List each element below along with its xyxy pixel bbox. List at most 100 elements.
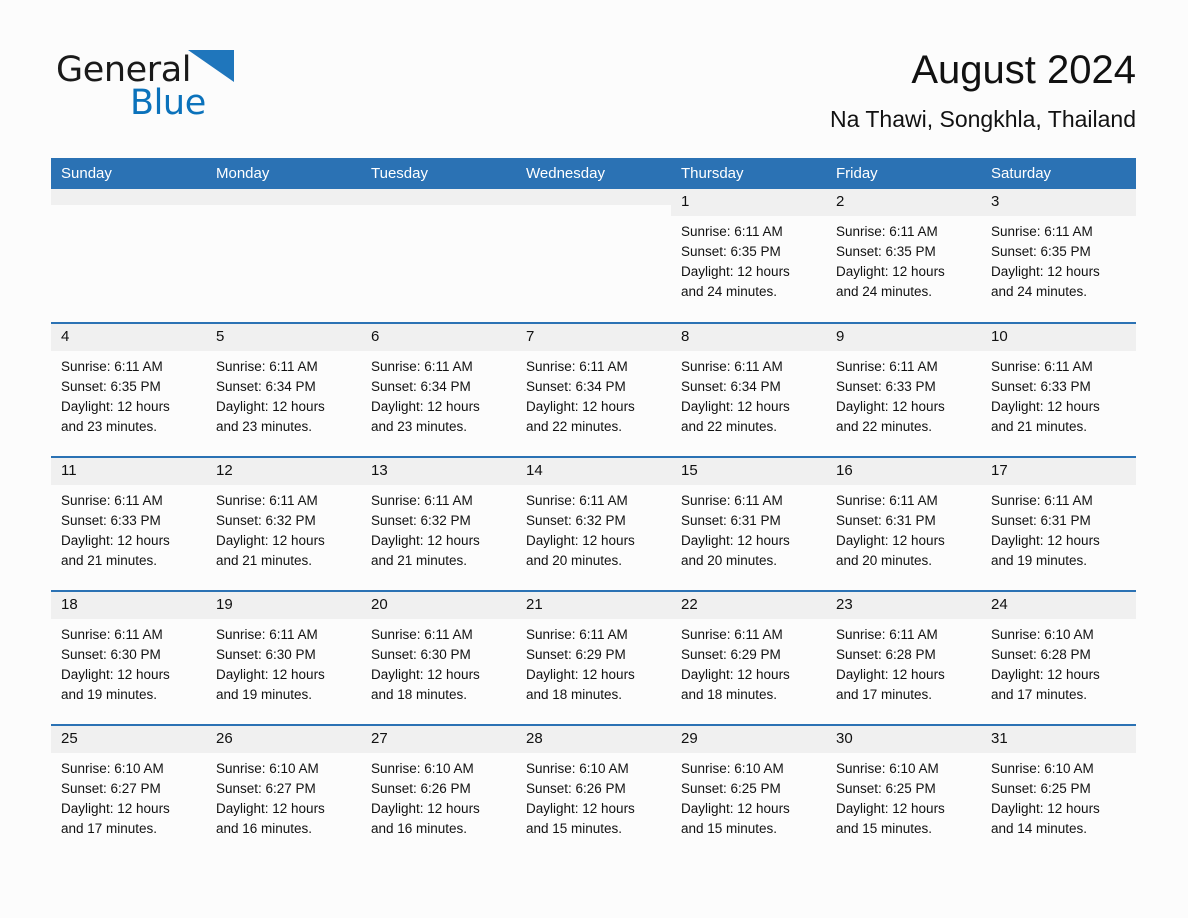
calendar-week-row: 1 Sunrise: 6:11 AM Sunset: 6:35 PM Daylight…: [51, 189, 1136, 323]
calendar-day-cell[interactable]: 9 Sunrise: 6:11 AM Sunset: 6:33 PM Daylight…: [826, 322, 981, 457]
sunrise-text: Sunrise: 6:11 AM: [216, 493, 318, 508]
calendar-day-cell[interactable]: 29 Sunrise: 6:10 AM Sunset: 6:25 PM Dayligh…: [671, 724, 826, 859]
sunrise-text: Sunrise: 6:11 AM: [526, 493, 628, 508]
sunset-text: Sunset: 6:27 PM: [216, 781, 316, 796]
calendar-day-cell[interactable]: 5 Sunrise: 6:11 AM Sunset: 6:34 PM Daylight…: [206, 322, 361, 457]
daylight-text-line1: Daylight: 12 hours: [836, 667, 945, 682]
day-number: 31: [981, 726, 1136, 753]
calendar-day-cell[interactable]: 6 Sunrise: 6:11 AM Sunset: 6:34 PM Daylight…: [361, 322, 516, 457]
calendar-week-row: 18 Sunrise: 6:11 AM Sunset: 6:30 PM Dayligh…: [51, 590, 1136, 725]
calendar-day-cell[interactable]: 10 Sunrise: 6:11 AM Sunset: 6:33 PM Dayligh…: [981, 322, 1136, 457]
sunset-text: Sunset: 6:28 PM: [991, 647, 1091, 662]
day-number: 23: [826, 592, 981, 619]
day-info: Sunrise: 6:11 AM Sunset: 6:33 PM Daylight:…: [51, 485, 206, 571]
day-number: 28: [516, 726, 671, 753]
day-number: 19: [206, 592, 361, 619]
calendar-day-cell[interactable]: 15 Sunrise: 6:11 AM Sunset: 6:31 PM Dayligh…: [671, 456, 826, 591]
day-info: Sunrise: 6:11 AM Sunset: 6:31 PM Daylight:…: [671, 485, 826, 571]
sunset-text: Sunset: 6:32 PM: [526, 513, 626, 528]
sunset-text: Sunset: 6:35 PM: [836, 244, 936, 259]
day-number: 13: [361, 458, 516, 485]
sunset-text: Sunset: 6:30 PM: [371, 647, 471, 662]
day-info: Sunrise: 6:11 AM Sunset: 6:34 PM Daylight:…: [206, 351, 361, 437]
calendar-day-cell[interactable]: 17 Sunrise: 6:11 AM Sunset: 6:31 PM Dayligh…: [981, 456, 1136, 591]
day-number: 1: [671, 189, 826, 216]
daylight-text-line1: Daylight: 12 hours: [836, 264, 945, 279]
day-number: 30: [826, 726, 981, 753]
calendar-day-cell[interactable]: 4 Sunrise: 6:11 AM Sunset: 6:35 PM Daylight…: [51, 322, 206, 457]
calendar-day-cell[interactable]: 27 Sunrise: 6:10 AM Sunset: 6:26 PM Dayligh…: [361, 724, 516, 859]
sunset-text: Sunset: 6:26 PM: [371, 781, 471, 796]
calendar-day-cell[interactable]: 25 Sunrise: 6:10 AM Sunset: 6:27 PM Dayligh…: [51, 724, 206, 859]
day-info: Sunrise: 6:10 AM Sunset: 6:25 PM Daylight:…: [981, 753, 1136, 839]
sunrise-text: Sunrise: 6:11 AM: [681, 359, 783, 374]
calendar-day-cell[interactable]: 11 Sunrise: 6:11 AM Sunset: 6:33 PM Dayligh…: [51, 456, 206, 591]
day-info: Sunrise: 6:11 AM Sunset: 6:34 PM Daylight:…: [671, 351, 826, 437]
calendar-day-cell[interactable]: 26 Sunrise: 6:10 AM Sunset: 6:27 PM Dayligh…: [206, 724, 361, 859]
day-number: [361, 189, 516, 205]
calendar-day-cell[interactable]: 24 Sunrise: 6:10 AM Sunset: 6:28 PM Dayligh…: [981, 590, 1136, 725]
daylight-text-line1: Daylight: 12 hours: [681, 399, 790, 414]
sunset-text: Sunset: 6:32 PM: [371, 513, 471, 528]
calendar-day-cell[interactable]: 21 Sunrise: 6:11 AM Sunset: 6:29 PM Dayligh…: [516, 590, 671, 725]
calendar-day-cell[interactable]: 30 Sunrise: 6:10 AM Sunset: 6:25 PM Dayligh…: [826, 724, 981, 859]
daylight-text-line1: Daylight: 12 hours: [681, 264, 790, 279]
calendar-day-cell[interactable]: 8 Sunrise: 6:11 AM Sunset: 6:34 PM Daylight…: [671, 322, 826, 457]
daylight-text-line2: and 20 minutes.: [681, 553, 778, 568]
sunrise-text: Sunrise: 6:10 AM: [526, 761, 629, 776]
weekday-header-wednesday: Wednesday: [516, 158, 671, 189]
daylight-text-line2: and 15 minutes.: [526, 821, 623, 836]
calendar-day-cell[interactable]: 19 Sunrise: 6:11 AM Sunset: 6:30 PM Dayligh…: [206, 590, 361, 725]
daylight-text-line1: Daylight: 12 hours: [991, 667, 1100, 682]
daylight-text-line1: Daylight: 12 hours: [371, 801, 480, 816]
calendar-day-cell[interactable]: 20 Sunrise: 6:11 AM Sunset: 6:30 PM Dayligh…: [361, 590, 516, 725]
weekday-header-friday: Friday: [826, 158, 981, 189]
day-number: 8: [671, 324, 826, 351]
daylight-text-line1: Daylight: 12 hours: [836, 399, 945, 414]
sunrise-text: Sunrise: 6:11 AM: [61, 359, 163, 374]
calendar-day-cell[interactable]: 2 Sunrise: 6:11 AM Sunset: 6:35 PM Daylight…: [826, 189, 981, 323]
daylight-text-line2: and 15 minutes.: [836, 821, 933, 836]
day-info: Sunrise: 6:10 AM Sunset: 6:25 PM Daylight:…: [826, 753, 981, 839]
calendar-day-cell[interactable]: 1 Sunrise: 6:11 AM Sunset: 6:35 PM Daylight…: [671, 189, 826, 323]
daylight-text-line2: and 22 minutes.: [681, 419, 778, 434]
daylight-text-line2: and 18 minutes.: [371, 687, 468, 702]
daylight-text-line1: Daylight: 12 hours: [681, 801, 790, 816]
sunrise-text: Sunrise: 6:11 AM: [526, 627, 628, 642]
sunrise-text: Sunrise: 6:11 AM: [61, 493, 163, 508]
daylight-text-line1: Daylight: 12 hours: [991, 533, 1100, 548]
daylight-text-line1: Daylight: 12 hours: [216, 533, 325, 548]
logo-top-row: General: [56, 49, 416, 90]
day-info: Sunrise: 6:11 AM Sunset: 6:33 PM Daylight:…: [826, 351, 981, 437]
calendar-day-cell[interactable]: 16 Sunrise: 6:11 AM Sunset: 6:31 PM Dayligh…: [826, 456, 981, 591]
title-block: August 2024 Na Thawi, Songkhla, Thailand: [830, 46, 1136, 134]
day-number: 3: [981, 189, 1136, 216]
daylight-text-line1: Daylight: 12 hours: [681, 667, 790, 682]
calendar-day-cell[interactable]: 7 Sunrise: 6:11 AM Sunset: 6:34 PM Daylight…: [516, 322, 671, 457]
calendar-day-cell[interactable]: 23 Sunrise: 6:11 AM Sunset: 6:28 PM Dayligh…: [826, 590, 981, 725]
calendar-day-cell[interactable]: 31 Sunrise: 6:10 AM Sunset: 6:25 PM Dayligh…: [981, 724, 1136, 859]
calendar-day-cell[interactable]: 13 Sunrise: 6:11 AM Sunset: 6:32 PM Dayligh…: [361, 456, 516, 591]
sunset-text: Sunset: 6:35 PM: [61, 379, 161, 394]
day-info: Sunrise: 6:11 AM Sunset: 6:29 PM Daylight:…: [516, 619, 671, 705]
sunrise-text: Sunrise: 6:11 AM: [371, 627, 473, 642]
daylight-text-line2: and 17 minutes.: [836, 687, 933, 702]
calendar-day-cell[interactable]: 3 Sunrise: 6:11 AM Sunset: 6:35 PM Daylight…: [981, 189, 1136, 323]
daylight-text-line2: and 21 minutes.: [371, 553, 468, 568]
calendar-day-cell[interactable]: 14 Sunrise: 6:11 AM Sunset: 6:32 PM Dayligh…: [516, 456, 671, 591]
day-info: Sunrise: 6:10 AM Sunset: 6:25 PM Daylight:…: [671, 753, 826, 839]
calendar-day-cell[interactable]: 12 Sunrise: 6:11 AM Sunset: 6:32 PM Dayligh…: [206, 456, 361, 591]
calendar-day-cell[interactable]: 28 Sunrise: 6:10 AM Sunset: 6:26 PM Dayligh…: [516, 724, 671, 859]
daylight-text-line2: and 22 minutes.: [836, 419, 933, 434]
calendar-day-cell[interactable]: 22 Sunrise: 6:11 AM Sunset: 6:29 PM Dayligh…: [671, 590, 826, 725]
sunset-text: Sunset: 6:30 PM: [61, 647, 161, 662]
daylight-text-line1: Daylight: 12 hours: [526, 667, 635, 682]
sunrise-text: Sunrise: 6:11 AM: [681, 493, 783, 508]
weekday-header-thursday: Thursday: [671, 158, 826, 189]
day-info: Sunrise: 6:11 AM Sunset: 6:30 PM Daylight:…: [206, 619, 361, 705]
daylight-text-line1: Daylight: 12 hours: [216, 399, 325, 414]
calendar-day-cell[interactable]: 18 Sunrise: 6:11 AM Sunset: 6:30 PM Dayligh…: [51, 590, 206, 725]
day-info: Sunrise: 6:11 AM Sunset: 6:35 PM Daylight:…: [981, 216, 1136, 302]
daylight-text-line2: and 17 minutes.: [61, 821, 158, 836]
day-info: Sunrise: 6:11 AM Sunset: 6:32 PM Daylight:…: [206, 485, 361, 571]
